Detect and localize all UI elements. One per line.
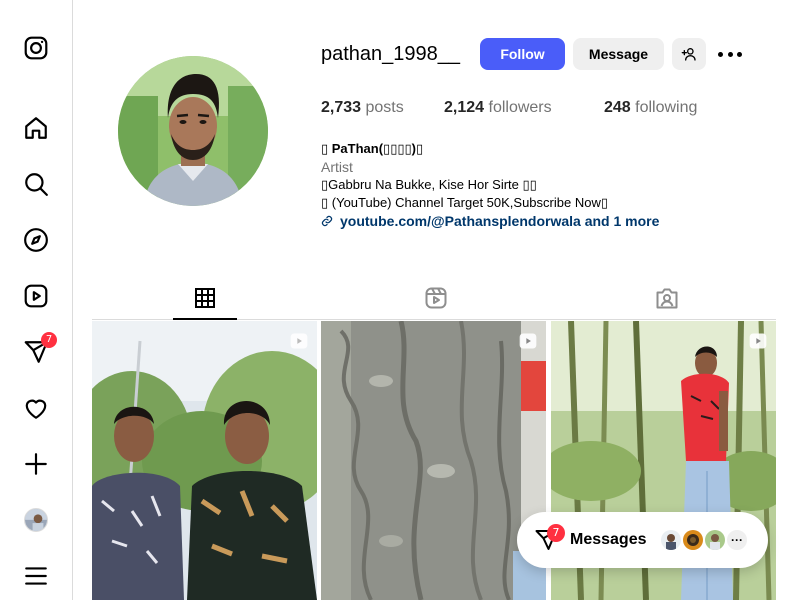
bio-link[interactable]: youtube.com/@Pathansplendorwala and 1 mo… <box>321 212 659 230</box>
bio-full-name: ▯ PaThan(▯▯▯▯)▯ <box>321 141 424 156</box>
dot-icon <box>737 51 742 57</box>
reel-indicator-icon <box>290 333 308 349</box>
following-stat[interactable]: 248 following <box>604 99 697 117</box>
search-icon[interactable] <box>22 170 50 198</box>
messages-avatars: ··· <box>659 528 749 552</box>
reels-icon[interactable] <box>22 282 50 310</box>
messages-badge: 7 <box>41 332 57 348</box>
plus-icon[interactable] <box>22 450 50 478</box>
tab-tagged[interactable] <box>653 284 681 312</box>
following-count: 248 <box>604 99 631 116</box>
followers-count: 2,124 <box>444 99 485 116</box>
instagram-logo-icon[interactable] <box>22 34 50 62</box>
link-icon <box>321 215 333 227</box>
dot-icon <box>727 51 733 57</box>
reels-icon <box>425 287 447 309</box>
paper-plane-icon[interactable]: 7 <box>22 332 57 366</box>
reel-indicator-icon <box>749 333 767 349</box>
sidebar: 7 <box>0 0 73 600</box>
avatar <box>681 528 705 552</box>
tab-reels[interactable] <box>422 284 450 312</box>
dot-icon <box>718 51 723 57</box>
profile-picture[interactable] <box>118 56 268 206</box>
more-conversations-icon: ··· <box>725 528 749 552</box>
avatar <box>24 508 48 532</box>
suggested-accounts-button[interactable] <box>672 38 706 70</box>
reel-indicator-icon <box>519 333 537 349</box>
profile-avatar[interactable] <box>22 506 50 534</box>
posts-label: posts <box>361 99 404 116</box>
more-options-button[interactable] <box>718 44 742 64</box>
following-label: following <box>630 99 698 116</box>
message-button[interactable]: Message <box>573 38 664 70</box>
messages-pill-badge: 7 <box>547 524 565 542</box>
tab-posts[interactable] <box>191 284 219 312</box>
post-thumbnail[interactable] <box>92 321 317 600</box>
avatar <box>659 528 683 552</box>
posts-count: 2,733 <box>321 99 362 116</box>
bio-category: Artist <box>321 159 353 175</box>
messages-pill[interactable]: 7 Messages ··· <box>517 512 768 568</box>
profile-stats: 2,733 posts 2,124 followers 248 followin… <box>321 99 697 117</box>
followers-stat[interactable]: 2,124 followers <box>444 99 604 117</box>
bio-link-text: youtube.com/@Pathansplendorwala and 1 mo… <box>340 213 660 229</box>
heart-icon[interactable] <box>22 394 50 422</box>
messages-pill-label: Messages <box>570 531 647 548</box>
profile-bio: ▯ PaThan(▯▯▯▯)▯ Artist ▯Gabbru Na Bukke,… <box>321 140 659 230</box>
post-thumbnail[interactable] <box>321 321 546 600</box>
avatar <box>703 528 727 552</box>
bio-line-2: ▯ (YouTube) Channel Target 50K,Subscribe… <box>321 195 608 210</box>
add-person-icon <box>681 48 696 61</box>
bio-line-1: ▯Gabbru Na Bukke, Kise Hor Sirte ▯▯ <box>321 177 537 192</box>
followers-label: followers <box>484 99 552 116</box>
active-tab-indicator <box>173 318 237 320</box>
home-icon[interactable] <box>22 114 50 142</box>
posts-stat: 2,733 posts <box>321 99 444 117</box>
follow-button[interactable]: Follow <box>480 38 565 70</box>
menu-icon[interactable] <box>22 562 50 590</box>
compass-icon[interactable] <box>22 226 50 254</box>
grid-icon <box>195 288 215 308</box>
tagged-icon <box>656 288 678 309</box>
username: pathan_1998__ <box>321 43 461 65</box>
